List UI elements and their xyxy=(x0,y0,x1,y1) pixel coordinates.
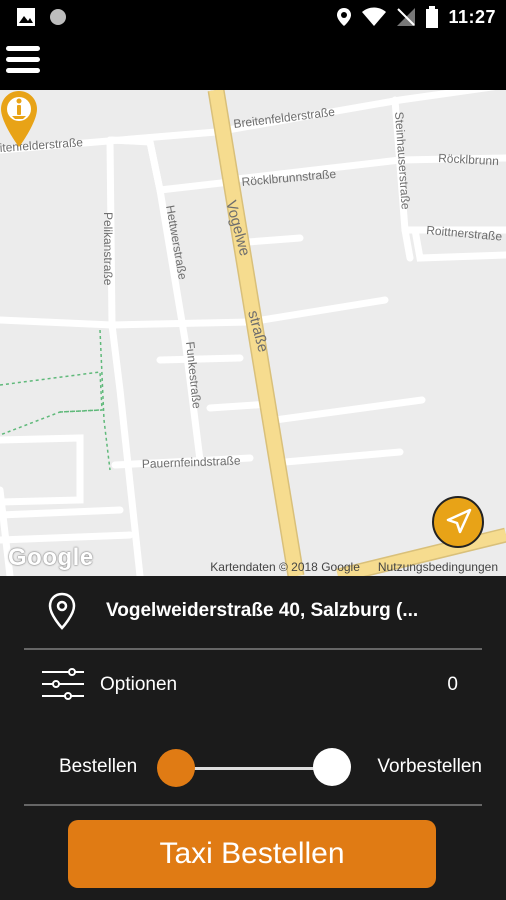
map-data-credit: Kartendaten © 2018 Google xyxy=(210,560,360,574)
toggle-knob-order[interactable] xyxy=(157,749,195,787)
options-count: 0 xyxy=(447,674,458,695)
location-icon xyxy=(337,8,352,26)
divider xyxy=(24,804,482,806)
hamburger-menu-icon[interactable] xyxy=(6,46,40,76)
toggle-label-order[interactable]: Bestellen xyxy=(59,756,137,778)
battery-icon xyxy=(426,6,439,28)
map-canvas: Breitenfelderstraße itenfelderstraße Röc… xyxy=(0,90,506,576)
toggle-label-preorder[interactable]: Vorbestellen xyxy=(377,756,482,778)
map-attribution: Kartendaten © 2018 Google Nutzungsbeding… xyxy=(210,560,498,574)
navigation-arrow-icon xyxy=(446,508,472,534)
status-bar: 11:27 xyxy=(0,0,506,34)
google-logo: Google xyxy=(8,544,94,571)
map-view[interactable]: Breitenfelderstraße itenfelderstraße Röc… xyxy=(0,90,506,576)
toggle-knob-preorder[interactable] xyxy=(313,748,351,786)
order-taxi-button[interactable]: Taxi Bestellen xyxy=(68,820,436,888)
street-label: Pelikanstraße xyxy=(101,212,115,286)
street-label: Röcklbrunn xyxy=(438,151,499,168)
location-pin-icon[interactable] xyxy=(0,90,38,148)
pickup-address: Vogelweiderstraße 40, Salzburg (... xyxy=(106,600,419,621)
street-label: Vogelwe xyxy=(222,199,253,258)
street-label: Roittnerstraße xyxy=(426,223,503,244)
image-notification-icon xyxy=(17,8,35,26)
wifi-icon xyxy=(362,7,387,26)
street-label: Röcklbrunnstraße xyxy=(241,167,337,189)
street-label: Breitenfelderstraße xyxy=(233,105,336,131)
toggle-track[interactable] xyxy=(176,767,332,770)
terms-link[interactable]: Nutzungsbedingungen xyxy=(378,560,498,574)
order-panel: Vogelweiderstraße 40, Salzburg (... Opti… xyxy=(0,576,506,900)
options-row[interactable]: Optionen 0 xyxy=(0,650,506,716)
my-location-button[interactable] xyxy=(432,496,484,548)
no-signal-icon xyxy=(397,8,416,26)
order-mode-toggle[interactable]: Bestellen Vorbestellen xyxy=(0,736,506,796)
sliders-icon xyxy=(42,668,84,700)
options-label: Optionen xyxy=(100,674,178,695)
status-time: 11:27 xyxy=(448,6,496,27)
address-row[interactable]: Vogelweiderstraße 40, Salzburg (... xyxy=(0,576,506,646)
app-bar xyxy=(0,34,506,90)
circle-notification-icon xyxy=(50,9,66,25)
street-label: Pauernfeindstraße xyxy=(142,454,241,471)
location-marker-icon xyxy=(48,592,76,630)
